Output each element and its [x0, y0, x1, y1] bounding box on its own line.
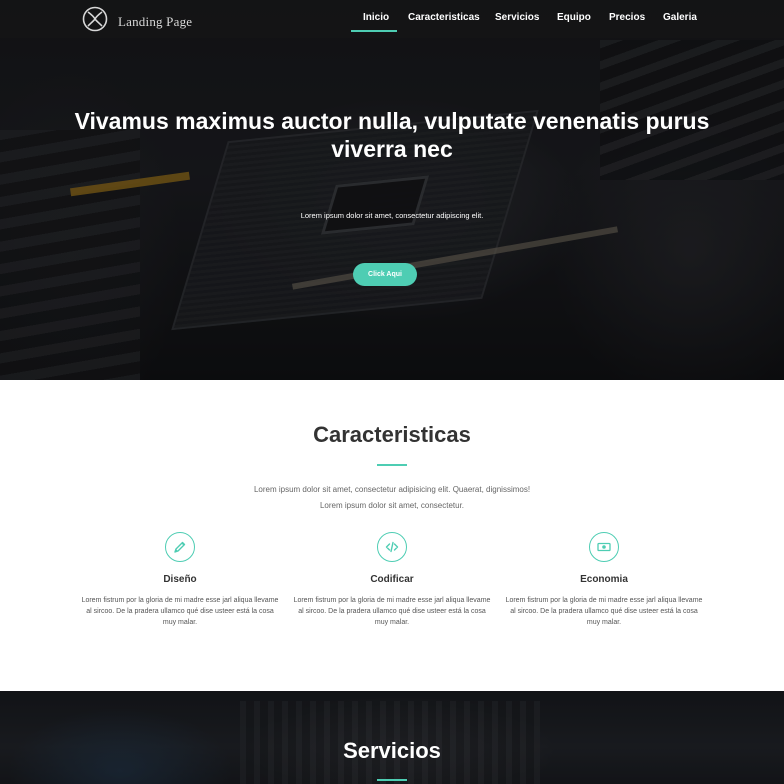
brand-link[interactable]: Landing Page [82, 6, 192, 37]
feature-text: Lorem fistrum por la gloria de mi madre … [505, 597, 703, 627]
nav-caracteristicas[interactable]: Caracteristicas [408, 12, 480, 23]
hero-section: Vivamus maximus auctor nulla, vulputate … [0, 0, 784, 380]
features-title: Caracteristicas [313, 422, 471, 447]
services-title-underline [377, 779, 407, 781]
nav-inicio[interactable]: Inicio [363, 12, 389, 23]
features-section: Caracteristicas Lorem ipsum dolor sit am… [0, 380, 784, 691]
services-section: Servicios [0, 691, 784, 784]
nav-servicios[interactable]: Servicios [495, 12, 539, 23]
nav-equipo[interactable]: Equipo [557, 12, 591, 23]
feature-title: Diseño [163, 574, 197, 585]
feature-text: Lorem fistrum por la gloria de mi madre … [81, 597, 279, 627]
hero-subtitle: Lorem ipsum dolor sit amet, consectetur … [300, 211, 484, 220]
code-icon [377, 532, 407, 562]
hero-overlay [0, 0, 784, 380]
brand-name: Landing Page [118, 13, 193, 29]
feature-card-codificar: Codificar Lorem fistrum por la gloria de… [292, 532, 492, 629]
nav-active-indicator [351, 30, 397, 32]
pencil-icon [165, 532, 195, 562]
feature-card-economia: Economia Lorem fistrum por la gloria de … [504, 532, 704, 629]
nav-galeria[interactable]: Galeria [663, 12, 697, 23]
feature-title: Economia [580, 574, 628, 585]
nav-precios[interactable]: Precios [609, 12, 645, 23]
money-icon [589, 532, 619, 562]
features-description-2: Lorem ipsum dolor sit amet, consectetur. [319, 501, 465, 510]
feature-card-diseno: Diseño Lorem fistrum por la gloria de mi… [80, 532, 280, 629]
hero-cta-button[interactable]: Click Aqui [353, 263, 417, 286]
navbar: Landing Page Inicio Caracteristicas Serv… [0, 0, 784, 38]
features-description-1: Lorem ipsum dolor sit amet, consectetur … [253, 485, 531, 494]
feature-text: Lorem fistrum por la gloria de mi madre … [293, 597, 491, 627]
feature-title: Codificar [370, 574, 414, 585]
logo-icon [82, 6, 108, 37]
hero-title: Vivamus maximus auctor nulla, vulputate … [74, 108, 710, 162]
services-title: Servicios [343, 738, 441, 763]
features-title-underline [377, 464, 407, 466]
